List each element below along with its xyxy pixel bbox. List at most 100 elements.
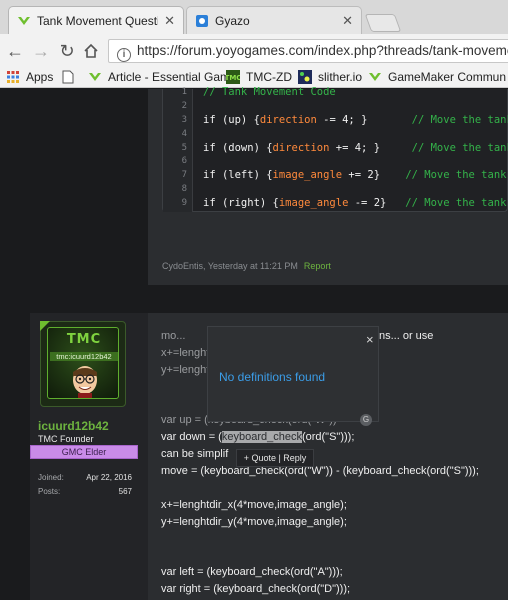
line-number: 1 [181, 87, 187, 97]
site-info-icon[interactable]: i [117, 48, 131, 62]
svg-text:TMC: TMC [226, 74, 240, 82]
line-number: 3 [181, 115, 187, 125]
yoyo-icon [368, 70, 382, 84]
code-line: 2 [163, 100, 508, 114]
text-segment: var down = ( [161, 431, 222, 443]
yoyo-icon [88, 70, 102, 84]
user-title: TMC Founder [38, 434, 94, 444]
tab-title: Tank Movement Questio [37, 13, 159, 28]
forward-arrow-icon[interactable]: → [30, 40, 52, 62]
code-token: // Move the tank Ri [405, 197, 507, 209]
code-line: 7 if (left) {image_angle += 2} // Move th… [163, 169, 508, 183]
rank-badge: GMC Elder [30, 445, 138, 459]
bookmark-label: GameMaker Commun [388, 70, 507, 84]
code-token: if (right) { [203, 197, 279, 209]
bookmarks-bar: Apps Article - Essential Gam TMC TMC-ZD … [0, 68, 508, 88]
home-icon[interactable] [80, 40, 102, 62]
avatar-image: TMC tmc:icuurd12b42 [47, 327, 119, 399]
post-text-line: ns... or use [379, 330, 434, 342]
tab-tank-movement[interactable]: Tank Movement Questio ✕ [8, 6, 184, 34]
line-number: 2 [181, 101, 187, 111]
tab-title: Gyazo [215, 13, 250, 28]
code-text: if (left) {image_angle += 2} // Move the… [203, 169, 508, 181]
post-text-line: move = (keyboard_check(ord("W")) - (keyb… [161, 465, 479, 477]
code-line: 8 [163, 183, 508, 197]
bookmark-article[interactable]: Article - Essential Gam [88, 70, 230, 84]
line-number: 8 [181, 184, 187, 194]
line-number: 6 [181, 156, 187, 166]
avatar-corner-badge [40, 321, 50, 331]
url-text: https://forum.yoyogames.com/index.php?th… [137, 43, 508, 58]
code-token: direction [259, 114, 317, 126]
bookmark-gamemaker[interactable]: GameMaker Commun [368, 70, 506, 84]
gyazo-favicon-icon [195, 14, 209, 28]
post-text-line: can be simplif [161, 448, 229, 460]
posts-stat: Posts: 567 [38, 487, 132, 496]
slither-icon [298, 70, 312, 84]
highlighted-word[interactable]: keyboard_check [221, 431, 302, 443]
address-bar[interactable]: i https://forum.yoyogames.com/index.php?t… [108, 39, 508, 63]
tab-gyazo[interactable]: Gyazo ✕ [186, 6, 362, 34]
line-number: 7 [181, 170, 187, 180]
bookmark-label: Article - Essential Gam [108, 70, 231, 84]
post-text-line: y+=lenghtdir_y(4*move,image_angle); [161, 516, 347, 528]
browser-toolbar: ← → ↻ i https://forum.yoyogames.com/index… [0, 34, 508, 68]
bookmark-apps[interactable]: Apps [6, 70, 53, 84]
code-token: // Move the tank Up [411, 114, 508, 126]
code-line: 3 if (up) {direction -= 4; } // Move the … [163, 114, 508, 128]
avatar[interactable]: TMC tmc:icuurd12b42 [40, 321, 126, 407]
code-token: // Move the tank Le [405, 169, 507, 181]
document-icon [62, 70, 76, 84]
code-text: // Tank Movement Code [203, 86, 336, 98]
bookmark-document[interactable] [62, 70, 82, 84]
joined-value: Apr 22, 2016 [86, 473, 132, 482]
new-tab-button[interactable] [364, 14, 402, 32]
dictionary-message: No definitions found [219, 370, 326, 384]
username[interactable]: icuurd12b42 [38, 419, 109, 433]
code-token: -= 2} [348, 197, 387, 209]
code-token: image_angle [278, 197, 349, 209]
code-line: 6 [163, 155, 508, 169]
code-token: if (up) { [203, 114, 260, 126]
close-icon[interactable]: × [366, 332, 374, 347]
code-line: 5 if (down) {direction += 4; } // Move th… [163, 142, 508, 156]
tab-close-icon[interactable]: ✕ [164, 13, 175, 29]
code-token: += 4; } [329, 142, 381, 154]
bookmark-tmc-zd[interactable]: TMC TMC-ZD [225, 70, 292, 84]
tab-close-icon[interactable]: ✕ [342, 13, 353, 29]
post-text-line: var right = (keyboard_check(ord("D"))); [161, 583, 351, 595]
code-token: if (down) { [203, 142, 273, 154]
bookmark-label: slither.io [318, 70, 363, 84]
post-text-line: mo... [161, 330, 186, 342]
post-meta: CydoEntis, Yesterday at 11:21 PM Report [162, 261, 331, 271]
reload-icon[interactable]: ↻ [56, 40, 78, 62]
code-token: -= 4; } [316, 114, 368, 126]
code-token: direction [272, 142, 330, 154]
post-author-date[interactable]: CydoEntis, Yesterday at 11:21 PM [162, 261, 298, 271]
line-number: 4 [181, 129, 187, 139]
quote-reply-popup[interactable]: + Quote | Reply [236, 449, 314, 467]
back-arrow-icon[interactable]: ← [4, 40, 26, 62]
code-token: if (left) { [203, 169, 273, 181]
post-text-line: var left = (keyboard_check(ord("A"))); [161, 566, 343, 578]
bookmark-slither[interactable]: slither.io [298, 70, 362, 84]
post-text-line: x+=lenghtdir_x(4*move,image_angle); [161, 499, 347, 511]
line-number: 5 [181, 143, 187, 153]
yoyo-favicon-icon [17, 14, 31, 28]
google-search-icon[interactable]: G [360, 414, 372, 426]
code-block: 1// Tank Movement Code 2 3 if (up) {directi… [162, 86, 508, 212]
tmc-icon: TMC [225, 70, 241, 84]
tab-strip: Tank Movement Questio ✕ Gyazo ✕ [0, 0, 508, 34]
joined-stat: Joined: Apr 22, 2016 [38, 473, 132, 482]
report-link[interactable]: Report [304, 261, 331, 271]
cartoon-face-icon [68, 362, 102, 398]
posts-label: Posts: [38, 487, 61, 496]
posts-value: 567 [118, 487, 132, 496]
code-token: // Tank Movement Code [203, 86, 336, 98]
line-number: 9 [181, 198, 187, 208]
code-token: += 2} [342, 169, 381, 181]
text-segment: (ord("S"))); [301, 431, 355, 443]
code-text: if (down) {direction += 4; } // Move the… [203, 142, 508, 154]
code-line: 4 [163, 128, 508, 142]
code-line: 9 if (right) {image_angle -= 2} // Move t… [163, 197, 508, 211]
